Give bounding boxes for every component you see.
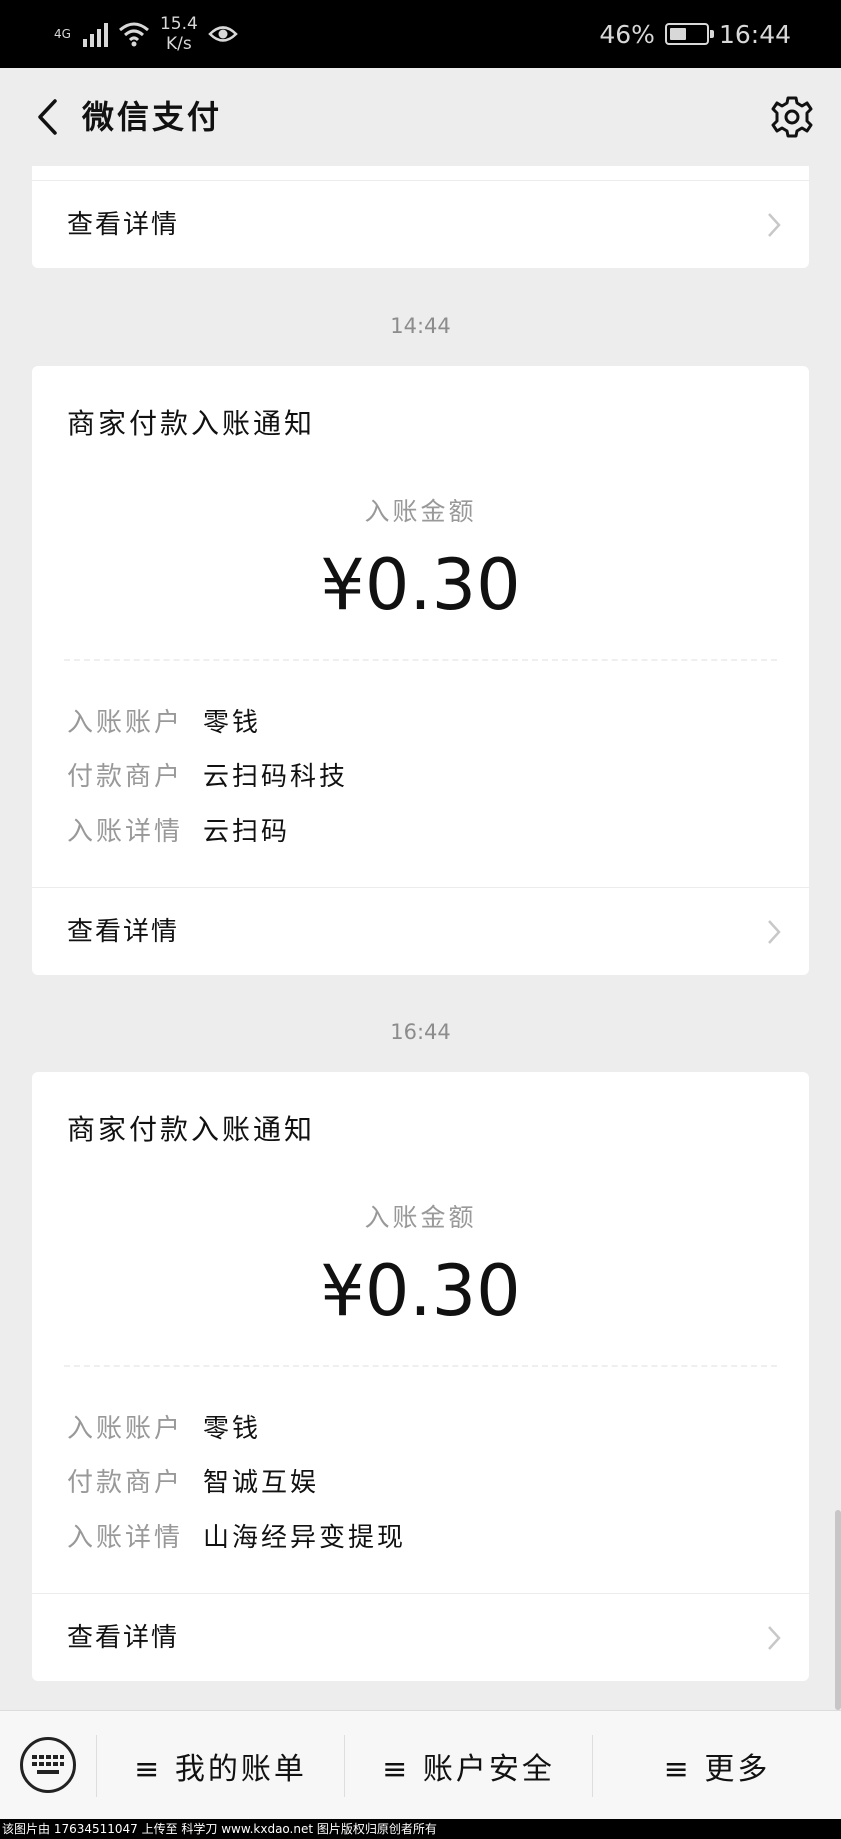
field-key: 入账详情 — [67, 1523, 184, 1553]
wifi-icon — [118, 22, 149, 47]
settings-button[interactable] — [769, 94, 815, 140]
eye-icon — [208, 26, 238, 42]
view-details-label: 查看详情 — [67, 210, 180, 240]
network-speed: 15.4 K/s — [160, 14, 198, 54]
scrollbar[interactable] — [835, 1510, 841, 1710]
view-details-row[interactable]: 查看详情 — [32, 1593, 809, 1681]
status-right: 46% 16:44 — [599, 12, 791, 56]
back-button[interactable] — [22, 92, 72, 142]
status-bar: 4G 15.4 K/s 46% 16:44 — [0, 0, 841, 68]
message-card: 商家付款入账通知 入账金额 ¥0.30 入账账户 零钱 付款商户 智诚互娱 入账… — [32, 1072, 809, 1681]
field-value: 零钱 — [203, 708, 262, 738]
amount-label: 入账金额 — [364, 1203, 477, 1232]
divider — [64, 1365, 777, 1367]
field-value: 山海经异变提现 — [203, 1523, 407, 1553]
keyboard-icon — [32, 1755, 64, 1774]
signal-icon — [82, 21, 108, 47]
field-key: 入账账户 — [67, 1414, 184, 1444]
keyboard-toggle-button[interactable] — [20, 1737, 76, 1793]
speed-value: 15.4 — [159, 14, 198, 34]
field-value: 零钱 — [203, 1414, 262, 1444]
message-card: 商家付款入账通知 入账金额 ¥0.30 入账账户 零钱 付款商户 云扫码科技 入… — [32, 366, 809, 975]
message-card-partial: 查看详情 — [32, 166, 809, 268]
chevron-right-icon — [768, 1626, 781, 1650]
view-details-row[interactable]: 查看详情 — [32, 180, 809, 268]
status-left: 4G 15.4 K/s — [54, 12, 238, 56]
field-row: 付款商户 云扫码科技 — [67, 756, 348, 793]
field-key: 付款商户 — [67, 762, 184, 792]
field-row: 入账详情 云扫码 — [67, 811, 290, 848]
view-details-label: 查看详情 — [67, 1623, 180, 1653]
field-row: 入账账户 零钱 — [67, 1408, 261, 1445]
speed-unit: K/s — [166, 34, 192, 54]
field-row: 入账详情 山海经异变提现 — [67, 1517, 406, 1554]
gear-icon — [771, 96, 813, 138]
divider — [64, 659, 777, 661]
field-row: 付款商户 智诚互娱 — [67, 1462, 319, 1499]
network-type: 4G — [54, 27, 71, 41]
amount-value: ¥0.30 — [320, 544, 521, 626]
field-row: 入账账户 零钱 — [67, 702, 261, 739]
battery-icon — [664, 23, 714, 45]
message-time: 16:44 — [390, 1020, 451, 1044]
amount-label: 入账金额 — [364, 497, 477, 526]
menu-more[interactable]: ≡ 更多 — [593, 1711, 841, 1820]
field-value: 云扫码科技 — [203, 762, 349, 792]
field-key: 入账详情 — [67, 817, 184, 847]
page-title: 微信支付 — [82, 98, 223, 136]
menu-my-bills[interactable]: ≡ 我的账单 — [97, 1711, 344, 1820]
bottom-menu-bar: ≡ 我的账单 ≡ 账户安全 ≡ 更多 — [0, 1710, 841, 1819]
chevron-right-icon — [768, 213, 781, 237]
chevron-left-icon — [38, 99, 57, 135]
field-value: 云扫码 — [203, 817, 291, 847]
network-indicator: 4G — [54, 28, 71, 40]
card-title: 商家付款入账通知 — [67, 407, 316, 440]
view-details-label: 查看详情 — [67, 917, 180, 947]
menu-account-security[interactable]: ≡ 账户安全 — [345, 1711, 592, 1820]
card-title: 商家付款入账通知 — [67, 1113, 316, 1146]
watermark-text: 该图片由 17634511047 上传至 科学刀 www.kxdao.net 图… — [0, 1819, 841, 1839]
view-details-row[interactable]: 查看详情 — [32, 887, 809, 975]
battery-percent: 46% — [599, 19, 655, 49]
clock: 16:44 — [718, 19, 791, 49]
chevron-right-icon — [768, 920, 781, 944]
amount-value: ¥0.30 — [320, 1250, 521, 1332]
message-time: 14:44 — [390, 314, 451, 338]
message-list[interactable]: 查看详情 14:44 商家付款入账通知 入账金额 ¥0.30 入账账户 零钱 付… — [0, 166, 841, 1710]
field-key: 付款商户 — [67, 1468, 184, 1498]
app-header: 微信支付 — [0, 68, 841, 166]
field-key: 入账账户 — [67, 708, 184, 738]
field-value: 智诚互娱 — [203, 1468, 320, 1498]
